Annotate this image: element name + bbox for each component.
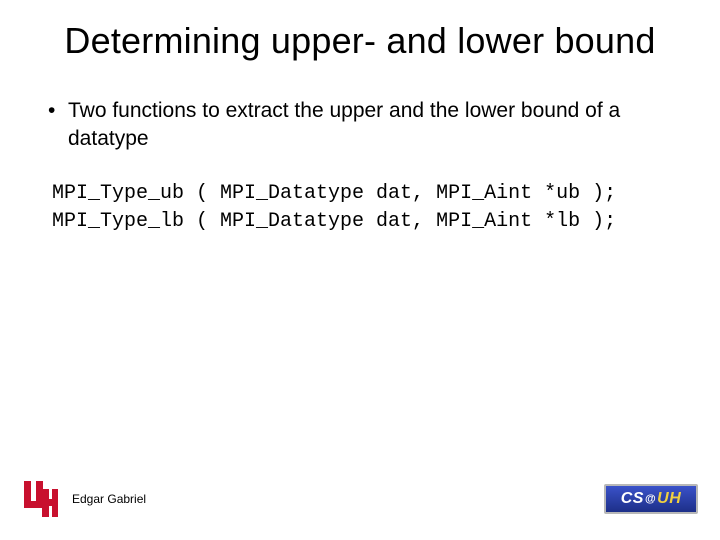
- footer-left: Edgar Gabriel: [22, 479, 146, 519]
- slide: Determining upper- and lower bound • Two…: [0, 0, 720, 540]
- slide-title: Determining upper- and lower bound: [0, 0, 720, 61]
- bullet-item: • Two functions to extract the upper and…: [48, 97, 672, 152]
- bullet-marker: •: [48, 97, 68, 152]
- slide-body: • Two functions to extract the upper and…: [0, 61, 720, 236]
- csuh-badge-icon: CS@UH: [604, 484, 698, 514]
- code-block: MPI_Type_ub ( MPI_Datatype dat, MPI_Aint…: [48, 180, 672, 236]
- badge-uh: UH: [657, 490, 681, 508]
- bullet-text: Two functions to extract the upper and t…: [68, 97, 672, 152]
- author-name: Edgar Gabriel: [72, 492, 146, 506]
- footer: Edgar Gabriel CS@UH: [22, 472, 698, 526]
- code-line: MPI_Type_ub ( MPI_Datatype dat, MPI_Aint…: [52, 182, 616, 205]
- badge-at: @: [644, 493, 657, 505]
- badge-cs: CS: [621, 490, 644, 508]
- uh-logo-icon: [22, 479, 58, 519]
- code-line: MPI_Type_lb ( MPI_Datatype dat, MPI_Aint…: [52, 210, 616, 233]
